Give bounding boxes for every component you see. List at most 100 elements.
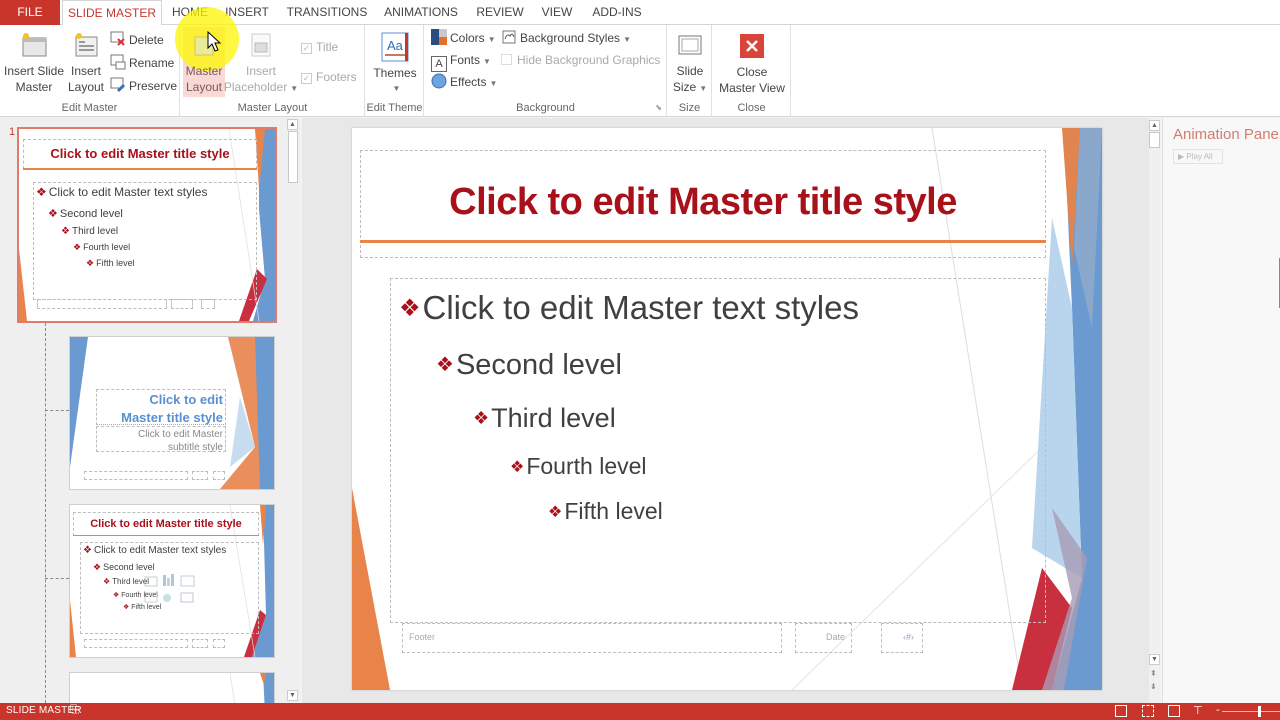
bullet-level-2[interactable]: ❖Second level: [436, 349, 622, 382]
background-styles-button[interactable]: Background Styles ▼: [501, 28, 631, 48]
reading-view-icon[interactable]: [1168, 705, 1180, 717]
close-master-view-button[interactable]: Close Master View: [713, 29, 791, 96]
background-styles-icon: [502, 30, 516, 44]
bullet-level-1[interactable]: ❖Click to edit Master text styles: [399, 289, 859, 327]
tab-view[interactable]: VIEW: [536, 0, 578, 25]
thumb-bullet-4: ❖ Fourth level: [73, 242, 130, 253]
animation-pane-title: Animation Pane: [1173, 126, 1279, 143]
slide-master-canvas: Click to edit Master title style ❖Click …: [352, 128, 1102, 690]
previous-slide-icon[interactable]: ⇞: [1150, 669, 1157, 678]
close-master-view-label-2: Master View: [719, 81, 785, 95]
themes-caret-icon: ▼: [392, 84, 401, 93]
bullet-level-3[interactable]: ❖Third level: [473, 403, 616, 434]
scrollbar-thumb[interactable]: [1149, 132, 1160, 148]
close-master-view-label-1: Close: [736, 65, 768, 79]
effects-caret-icon: ▼: [489, 79, 498, 88]
footer-placeholder[interactable]: Footer: [402, 623, 782, 653]
slide-number: 1: [9, 126, 16, 138]
insert-placeholder-icon: [251, 33, 271, 57]
thumb-body-placeholder: ❖ Click to edit Master text styles ❖ Secon…: [80, 542, 259, 634]
mouse-cursor-icon: [207, 31, 222, 52]
tab-file[interactable]: FILE: [0, 0, 60, 25]
scroll-up-icon[interactable]: ▲: [1149, 120, 1160, 131]
effects-label: Effects: [450, 75, 487, 89]
thumbnail-scrollbar[interactable]: ▲ ▼: [287, 118, 299, 703]
insert-slide-master-button[interactable]: Insert Slide Master: [2, 29, 66, 95]
close-group-label: Close: [737, 102, 766, 114]
bullet-level-4[interactable]: ❖Fourth level: [510, 453, 647, 480]
thumb-footer-placeholder: [84, 471, 188, 480]
next-slide-icon[interactable]: ⇟: [1150, 682, 1157, 691]
slide-number-placeholder[interactable]: ‹#›: [881, 623, 923, 653]
slide-show-icon[interactable]: ⊤: [1193, 704, 1203, 717]
effects-icon: [431, 73, 447, 89]
thumbnail-content-layout[interactable]: Click to edit Master title style ❖ Click …: [69, 504, 275, 658]
bullet-icon: ❖: [61, 226, 70, 237]
bullet-icon: ❖: [48, 208, 58, 220]
status-bar: SLIDE MASTER ⎘ ⊤ -: [0, 703, 1280, 720]
tab-add-ins[interactable]: ADD-INS: [588, 0, 646, 25]
thumb-date-placeholder: [192, 471, 208, 480]
zoom-out-icon[interactable]: -: [1216, 704, 1220, 716]
layout-connector-line: [45, 323, 46, 703]
footers-checkbox[interactable]: ✓ Footers: [301, 67, 357, 87]
bullet-icon: ❖: [93, 562, 102, 572]
bullet-text: Fourth level: [526, 453, 647, 479]
fonts-button[interactable]: A Fonts ▼: [431, 50, 491, 72]
scroll-down-icon[interactable]: ▼: [287, 690, 298, 701]
bullet-level-5[interactable]: ❖Fifth level: [548, 498, 663, 525]
date-placeholder[interactable]: Date: [795, 623, 852, 653]
thumbnail-slide-master[interactable]: Click to edit Master title style ❖ Click …: [17, 127, 277, 323]
fonts-icon: A: [431, 56, 447, 72]
preserve-button[interactable]: Preserve: [110, 76, 177, 96]
slide-size-button[interactable]: Slide Size ▼: [668, 29, 712, 97]
editor-scrollbar[interactable]: ▲ ▼ ⇞ ⇟: [1149, 118, 1160, 703]
slide-size-label-1: Slide: [676, 64, 704, 78]
scrollbar-thumb[interactable]: [288, 131, 298, 183]
title-checkbox[interactable]: ✓ Title: [301, 37, 338, 57]
thumbnail-title-layout[interactable]: Click to edit Master title style Click t…: [69, 336, 275, 490]
tab-transitions[interactable]: TRANSITIONS: [282, 0, 372, 25]
background-styles-caret-icon: ▼: [623, 35, 631, 44]
slide-size-caret-icon: ▼: [699, 84, 708, 93]
delete-button[interactable]: Delete: [110, 30, 164, 50]
bullet-icon: ❖: [473, 408, 490, 428]
bullet-icon: ❖: [510, 459, 525, 476]
insert-layout-button[interactable]: Insert Layout: [64, 29, 108, 95]
insert-placeholder-caret-icon: ▼: [290, 84, 299, 93]
themes-button[interactable]: Aa Themes ▼: [366, 29, 424, 97]
format-background-launcher-icon[interactable]: ⬊: [655, 103, 662, 112]
slide-editor: Click to edit Master title style ❖Click …: [302, 118, 1160, 703]
thumb-number-placeholder: [201, 299, 215, 309]
group-edit-theme: Aa Themes ▼ Edit Theme: [366, 25, 424, 117]
fonts-label: Fonts: [450, 53, 481, 67]
background-group-label: Background: [516, 102, 575, 114]
play-all-button[interactable]: ▶ Play All: [1173, 149, 1223, 164]
insert-placeholder-button[interactable]: Insert Placeholder ▼: [223, 29, 299, 97]
tab-slide-master[interactable]: SLIDE MASTER: [62, 0, 162, 26]
tab-review[interactable]: REVIEW: [472, 0, 528, 25]
colors-button[interactable]: Colors ▼: [431, 28, 496, 48]
thumb-bullet-2: ❖ Second level: [93, 562, 155, 573]
hide-background-graphics-checkbox[interactable]: Hide Background Graphics: [501, 50, 660, 70]
insert-slide-master-label-1: Insert Slide: [3, 64, 65, 78]
layout-connector-tick: [45, 410, 69, 411]
scroll-up-icon[interactable]: ▲: [287, 119, 298, 130]
tab-animations[interactable]: ANIMATIONS: [380, 0, 462, 25]
normal-view-icon[interactable]: [1115, 705, 1127, 717]
scroll-down-icon[interactable]: ▼: [1149, 654, 1160, 665]
body-placeholder[interactable]: ❖Click to edit Master text styles ❖Secon…: [390, 278, 1046, 623]
proofing-icon[interactable]: ⎘: [70, 704, 79, 717]
rename-button[interactable]: Rename: [110, 53, 174, 73]
zoom-slider-handle[interactable]: [1258, 706, 1261, 717]
bullet-text: Click to edit Master text styles: [48, 185, 208, 199]
themes-icon: Aa: [381, 32, 409, 62]
master-title-text[interactable]: Click to edit Master title style: [361, 181, 1045, 224]
rename-label: Rename: [129, 56, 175, 70]
thumb-body-placeholder: ❖ Click to edit Master text styles ❖ Secon…: [33, 182, 257, 300]
zoom-slider-track[interactable]: [1222, 711, 1280, 712]
effects-button[interactable]: Effects ▼: [431, 72, 497, 92]
content-insert-icons: [144, 574, 195, 603]
slide-sorter-view-icon[interactable]: [1142, 705, 1154, 717]
insert-layout-label-1: Insert: [70, 64, 101, 78]
